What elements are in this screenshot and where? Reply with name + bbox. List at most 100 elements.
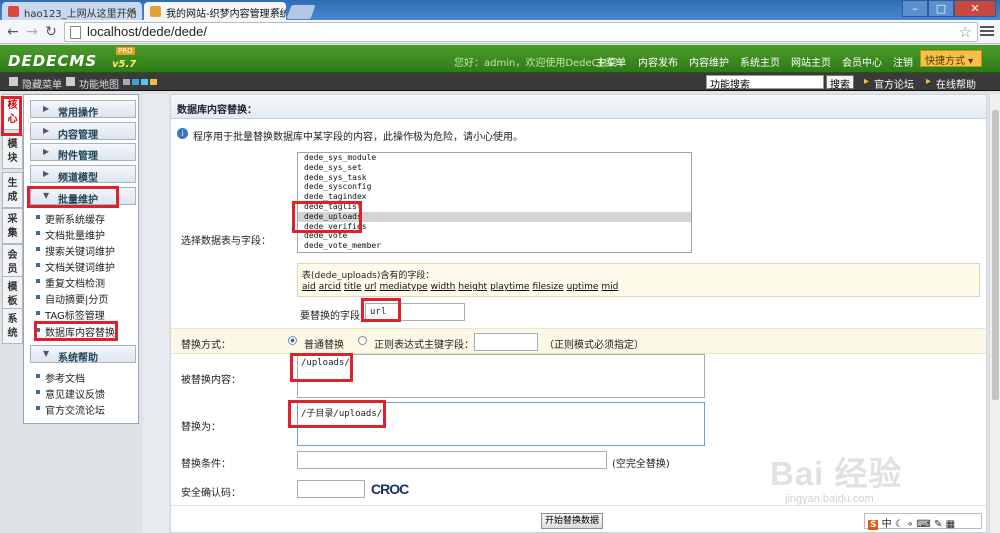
nav-system-home[interactable]: 系统主页	[740, 54, 780, 69]
nav-maintain[interactable]: 内容维护	[689, 54, 729, 69]
back-arrow-icon[interactable]: ←	[4, 23, 22, 41]
captcha-input[interactable]	[297, 480, 365, 498]
online-help-link[interactable]: 在线帮助	[926, 76, 976, 91]
vtab-collect[interactable]: 采集	[2, 208, 23, 244]
replace-from-textarea[interactable]: /uploads/	[297, 354, 705, 398]
skin-gray-icon[interactable]	[123, 79, 130, 85]
skin-yellow-icon[interactable]	[150, 79, 157, 85]
table-option[interactable]: dede_verifies	[298, 222, 691, 232]
function-search-button[interactable]: 搜索	[826, 75, 854, 91]
table-option[interactable]: dede_sys_module	[298, 153, 691, 163]
url-input[interactable]: localhost/dede/dede/	[64, 22, 978, 42]
close-tab-icon[interactable]: ×	[128, 4, 137, 17]
close-tab-icon[interactable]: ×	[272, 4, 281, 17]
window-close-icon[interactable]: ✕	[954, 0, 996, 17]
vtab-system[interactable]: 系统	[2, 308, 23, 344]
sidebar-group-help[interactable]: ▼ 系统帮助	[30, 345, 136, 364]
sidebar-group-content[interactable]: ▶ 内容管理	[30, 122, 136, 141]
sidebar-item-db-replace[interactable]: 数据库内容替换	[36, 324, 115, 339]
replace-field-input[interactable]: url	[365, 303, 465, 321]
replace-to-textarea[interactable]: /子目录/uploads/	[297, 402, 705, 446]
sidebar-item-doc-keywords[interactable]: 文档关键词维护	[36, 259, 115, 274]
vtab-label: 生成	[7, 178, 18, 203]
ime-mode-label: 中	[881, 519, 892, 530]
skin-blue-icon[interactable]	[132, 79, 139, 85]
regex-mode-radio[interactable]	[358, 336, 367, 345]
bookmark-star-icon[interactable]: ☆	[959, 23, 972, 41]
captcha-image[interactable]: CROC	[371, 481, 417, 497]
normal-mode-radio[interactable]	[288, 336, 297, 345]
nav-site-home[interactable]: 网站主页	[791, 54, 831, 69]
function-search-input[interactable]: 功能搜索	[706, 75, 824, 91]
vtab-core[interactable]: 核心	[2, 94, 23, 130]
browser-tab-hao123[interactable]: hao123_上网从这里开始 ×	[2, 2, 142, 20]
field-link[interactable]: url	[365, 282, 377, 292]
sidebar-item-tag-manage[interactable]: TAG标签管理	[36, 307, 105, 322]
page-scrollbar[interactable]	[989, 94, 1000, 533]
table-option[interactable]: dede_sysconfig	[298, 182, 691, 192]
reload-icon[interactable]: ↻	[42, 23, 60, 41]
sidebar-item-docs[interactable]: 参考文档	[36, 370, 85, 385]
chevron-down-icon: ▼	[43, 349, 50, 358]
start-replace-button[interactable]: 开始替换数据	[541, 513, 603, 529]
table-listbox[interactable]: dede_sys_module dede_sys_set dede_sys_ta…	[297, 152, 692, 253]
field-link[interactable]: aid	[302, 282, 316, 292]
sidebar-group-batch[interactable]: ▼ 批量维护	[30, 187, 136, 206]
browser-menu-icon[interactable]	[980, 24, 994, 38]
field-link[interactable]: arcid	[319, 282, 341, 292]
vtab-generate[interactable]: 生成	[2, 172, 23, 208]
sidebar-group-common[interactable]: ▶ 常用操作	[30, 100, 136, 119]
minimize-icon[interactable]: –	[902, 0, 928, 17]
hide-menu-button[interactable]: 隐藏菜单	[9, 76, 62, 91]
quick-menu-button[interactable]: 快捷方式 ▾	[920, 50, 982, 67]
group-label: 附件管理	[58, 151, 98, 162]
field-link[interactable]: mediatype	[379, 282, 427, 292]
chevron-right-icon: ▶	[43, 126, 50, 135]
browser-tab-dedecms[interactable]: 我的网站-织梦内容管理系统 ×	[144, 2, 286, 20]
field-link[interactable]: height	[458, 282, 487, 292]
ime-toolbar[interactable]: S 中 ☾ ∘ ⌨ ✎ ▦	[864, 513, 982, 530]
maximize-icon[interactable]: □	[928, 0, 954, 17]
table-option[interactable]: dede_sys_task	[298, 173, 691, 183]
forward-arrow-icon[interactable]: →	[23, 23, 41, 41]
sidebar-item-batch-docs[interactable]: 文档批量维护	[36, 227, 105, 242]
table-option[interactable]: dede_sys_set	[298, 163, 691, 173]
table-option[interactable]: dede_taglist	[298, 202, 691, 212]
table-option-selected[interactable]: dede_uploads	[298, 211, 691, 222]
sidebar-group-channel-model[interactable]: ▶ 频道模型	[30, 165, 136, 184]
nav-member-center[interactable]: 会员中心	[842, 54, 882, 69]
skin-lightblue-icon[interactable]	[141, 79, 148, 85]
vtab-modules[interactable]: 模块	[2, 133, 23, 169]
sidebar-item-auto-summary[interactable]: 自动摘要|分页	[36, 291, 108, 306]
nav-publish[interactable]: 内容发布	[638, 54, 678, 69]
field-link[interactable]: playtime	[490, 282, 529, 292]
vtab-template[interactable]: 模板	[2, 276, 23, 312]
chevron-right-icon: ▶	[43, 147, 50, 156]
field-link[interactable]: width	[431, 282, 456, 292]
bullet-icon	[36, 295, 40, 299]
field-link[interactable]: filesize	[532, 282, 563, 292]
table-option[interactable]: dede_vote	[298, 231, 691, 241]
nav-main-menu[interactable]: 主菜单	[596, 54, 626, 69]
official-forum-link[interactable]: 官方论坛	[864, 76, 914, 91]
sidebar-item-search-keywords[interactable]: 搜索关键词维护	[36, 243, 115, 258]
table-option[interactable]: dede_vote_member	[298, 241, 691, 251]
new-tab-button[interactable]	[286, 5, 316, 19]
condition-input[interactable]	[297, 451, 607, 469]
sidebar-item-update-cache[interactable]: 更新系统缓存	[36, 211, 105, 226]
sidebar-item-forum[interactable]: 官方交流论坛	[36, 402, 105, 417]
nav-logout[interactable]: 注销	[893, 54, 913, 69]
hao123-favicon-icon	[8, 6, 19, 17]
primary-key-input[interactable]	[474, 333, 538, 351]
function-map-button[interactable]: 功能地图	[66, 76, 119, 91]
vtab-member[interactable]: 会员	[2, 244, 23, 280]
sidebar-group-attachments[interactable]: ▶ 附件管理	[30, 143, 136, 162]
page-icon	[70, 26, 81, 39]
field-link[interactable]: mid	[601, 282, 618, 292]
field-link[interactable]: uptime	[567, 282, 599, 292]
sidebar-item-feedback[interactable]: 意见建议反馈	[36, 386, 105, 401]
hide-menu-icon	[9, 77, 18, 86]
field-link[interactable]: title	[344, 282, 362, 292]
table-option[interactable]: dede_tagindex	[298, 192, 691, 202]
sidebar-item-duplicate-check[interactable]: 重复文档检测	[36, 275, 105, 290]
